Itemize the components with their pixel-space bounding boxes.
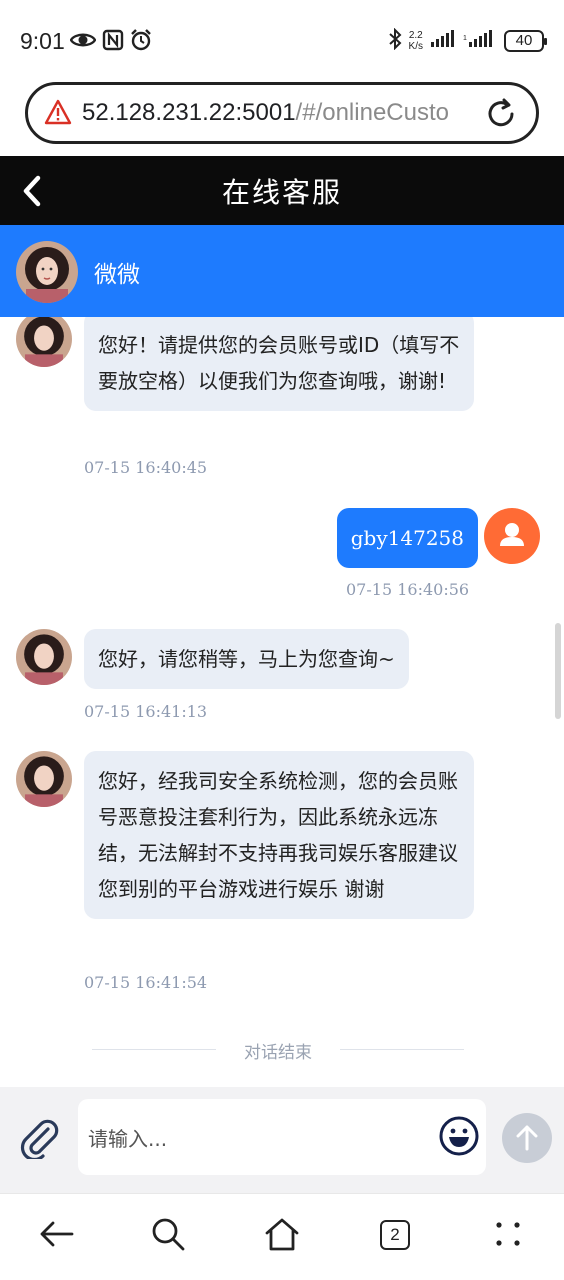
signal-icon-2: 1 — [463, 30, 497, 52]
nfc-icon — [102, 29, 124, 55]
user-icon — [500, 523, 524, 546]
message-input[interactable]: 请输入... — [78, 1099, 486, 1175]
eye-icon — [69, 30, 97, 54]
agent-avatar-small — [16, 629, 72, 685]
emoji-button[interactable] — [438, 1115, 480, 1157]
search-icon — [152, 1218, 185, 1251]
divider-line — [340, 1049, 464, 1050]
nav-search-button[interactable] — [148, 1214, 188, 1254]
not-secure-warning-icon[interactable] — [44, 99, 72, 129]
alarm-icon — [130, 29, 152, 55]
network-speed: 2.2 K/s — [409, 30, 423, 52]
agent-name: 微微 — [94, 262, 140, 288]
address-bar[interactable]: 52.128.231.22:5001/#/onlineCusto — [25, 82, 539, 144]
svg-text:1: 1 — [463, 35, 467, 42]
status-left-icons — [69, 29, 152, 55]
nav-tabs-button[interactable]: 2 — [374, 1214, 414, 1254]
conversation-end-divider: 对话结束 — [92, 1038, 464, 1063]
conversation-end-label: 对话结束 — [244, 1043, 312, 1063]
page-title: 在线客服 — [221, 176, 342, 209]
url-path: /#/onlineCusto — [295, 99, 449, 126]
browser-bottom-nav: 2 — [0, 1193, 564, 1280]
battery-indicator: 40 — [504, 30, 547, 52]
network-speed-value: 2.2 — [408, 30, 423, 41]
signal-icon — [430, 30, 456, 52]
composer-bar: 请输入... — [0, 1087, 564, 1193]
network-speed-unit: K/s — [408, 41, 423, 52]
send-arrow-icon — [516, 1125, 538, 1151]
agent-avatar — [16, 241, 78, 303]
status-bar: 9:01 2.2 K/s 1 40 — [0, 0, 564, 82]
tabs-icon: 2 — [380, 1220, 410, 1250]
bluetooth-icon — [388, 27, 402, 54]
chat-scrollbar[interactable] — [555, 623, 561, 719]
reload-icon[interactable] — [484, 97, 518, 135]
paperclip-icon — [20, 1119, 59, 1162]
page-header: 在线客服 — [0, 156, 564, 225]
user-avatar — [484, 508, 540, 564]
user-message-bubble: gby147258 — [336, 508, 478, 568]
back-arrow-icon — [40, 1221, 74, 1247]
message-input-placeholder: 请输入... — [88, 1127, 168, 1151]
url-host: 52.128.231.22:5001 — [82, 99, 296, 126]
message-time: 07-15 16:40:45 — [84, 458, 208, 477]
nav-home-button[interactable] — [262, 1214, 302, 1254]
message-time: 07-15 16:41:54 — [84, 973, 208, 992]
nav-back-button[interactable] — [36, 1214, 76, 1254]
agent-message-bubble: 您好！请提供您的会员账号或ID（填写不要放空格）以便我们为您查询哦，谢谢! — [84, 317, 474, 411]
message-time: 07-15 16:41:13 — [84, 702, 208, 721]
status-right-icons: 2.2 K/s 1 40 — [388, 27, 547, 54]
status-time: 9:01 — [20, 28, 65, 54]
message-time: 07-15 16:40:56 — [346, 580, 470, 599]
agent-avatar-small — [16, 317, 72, 367]
agent-message-bubble: 您好，请您稍等，马上为您查询~ — [84, 629, 409, 689]
nav-menu-button[interactable] — [488, 1214, 528, 1254]
menu-dots-icon — [496, 1222, 520, 1246]
emoji-icon — [439, 1116, 479, 1156]
agent-message-bubble: 您好，经我司安全系统检测，您的会员账号恶意投注套利行为，因此系统永远冻结，无法解… — [84, 751, 474, 919]
home-icon — [265, 1218, 299, 1251]
url-text[interactable]: 52.128.231.22:5001/#/onlineCusto — [82, 99, 472, 127]
attach-button[interactable] — [18, 1117, 60, 1162]
send-button[interactable] — [502, 1113, 552, 1163]
agent-bar: 微微 — [0, 225, 564, 317]
agent-avatar-small — [16, 751, 72, 807]
chat-area[interactable]: 您好！请提供您的会员账号或ID（填写不要放空格）以便我们为您查询哦，谢谢! 07… — [0, 317, 564, 1087]
